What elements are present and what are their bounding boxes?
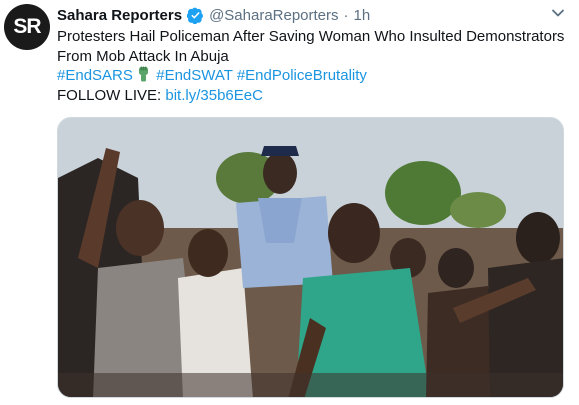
tweet[interactable]: SR Sahara Reporters @SaharaReporters · 1… — [0, 0, 579, 405]
chevron-down-icon[interactable] — [549, 4, 567, 22]
follow-line: FOLLOW LIVE: bit.ly/35b6EeC — [57, 86, 569, 106]
avatar[interactable]: SR — [4, 4, 50, 50]
follow-label: FOLLOW LIVE: — [57, 86, 162, 104]
video-still — [58, 118, 563, 397]
follow-link[interactable]: bit.ly/35b6EeC — [165, 87, 263, 104]
hashtag-line: #EndSARS #EndSWAT #EndPoliceBrutality — [57, 66, 569, 86]
raised-fist-icon — [137, 66, 150, 82]
verified-badge-icon — [186, 7, 204, 24]
hashtag-endswat[interactable]: #EndSWAT — [156, 67, 232, 84]
tweet-text: Protesters Hail Policeman After Saving W… — [57, 27, 569, 105]
hashtag-endsars[interactable]: #EndSARS — [57, 67, 133, 84]
avatar-text: SR — [13, 15, 41, 38]
tweet-text-line-1: Protesters Hail Policeman After Saving W… — [57, 28, 565, 45]
handle[interactable]: @SaharaReporters — [209, 7, 338, 24]
video-media[interactable] — [57, 117, 564, 398]
separator-dot: · — [343, 6, 349, 24]
hashtag-endpolicebrutality[interactable]: #EndPoliceBrutality — [237, 67, 367, 84]
tweet-header: Sahara Reporters @SaharaReporters · 1h — [57, 5, 370, 25]
display-name[interactable]: Sahara Reporters — [57, 7, 182, 24]
timestamp[interactable]: 1h — [354, 7, 371, 24]
tweet-text-line-2: From Mob Attack In Abuja — [57, 47, 229, 65]
